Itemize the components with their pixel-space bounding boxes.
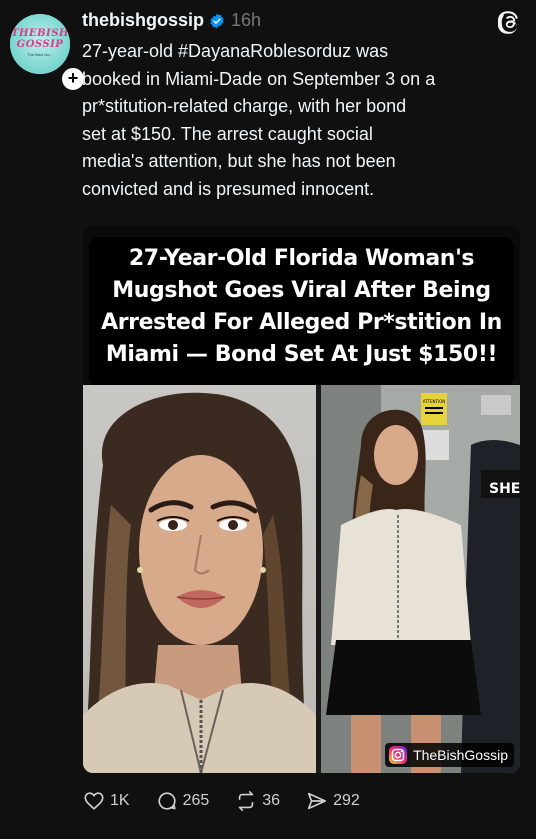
mugshot-photo — [83, 385, 316, 773]
wall-sign-text: ATTENTION — [423, 399, 446, 404]
headline-line: Miami — Bond Set At Just $150!! — [105, 342, 498, 367]
headline-line: Mugshot Goes Viral After Being — [112, 278, 491, 303]
send-icon — [308, 792, 327, 810]
officer-vest-label: SHER — [489, 481, 520, 497]
watermark-text: TheBishGossip — [413, 747, 508, 763]
mugshot-illustration — [83, 392, 316, 773]
post-text: 27-year-old #DayanaRoblesorduz was booke… — [82, 41, 436, 199]
headline-line: Arrested For Alleged Pr*stition In — [101, 310, 502, 335]
username[interactable]: thebishgossip — [82, 10, 204, 31]
comment-button[interactable]: 265 — [156, 790, 210, 812]
headline-line: 27-Year-Old Florida Woman's — [128, 246, 475, 271]
share-button[interactable]: 292 — [306, 790, 360, 812]
repost-icon — [239, 791, 254, 811]
action-bar: 1K 265 36 292 — [83, 790, 386, 812]
image-headline-banner: 27-Year-Old Florida Woman's Mugshot Goes… — [83, 225, 520, 387]
verified-badge-icon — [210, 13, 224, 28]
headline-box: 27-Year-Old Florida Woman's Mugshot Goes… — [89, 237, 514, 387]
avatar-logo: THEBISH GOSSIP The Bish Go... — [10, 14, 70, 74]
avatar-logo-line2: GOSSIP — [16, 39, 64, 50]
post-image[interactable]: 27-Year-Old Florida Woman's Mugshot Goes… — [83, 225, 520, 773]
comment-icon — [158, 792, 176, 810]
post-header: thebishgossip 16h — [82, 10, 261, 31]
instagram-icon — [389, 746, 408, 764]
comment-count: 265 — [182, 792, 210, 809]
like-count: 1K — [110, 792, 130, 809]
arrest-illustration: ATTENTION SHER — [321, 385, 520, 773]
post-timestamp: 16h — [231, 10, 262, 30]
heart-icon — [84, 792, 104, 810]
arrest-photo: ATTENTION SHER — [321, 385, 520, 773]
repost-count: 36 — [262, 792, 281, 809]
avatar[interactable]: THEBISH GOSSIP The Bish Go... + — [10, 14, 86, 92]
avatar-logo-sub: The Bish Go... — [27, 52, 53, 57]
share-count: 292 — [333, 792, 360, 809]
avatar-logo-line1: THEBISH — [11, 28, 69, 39]
repost-button[interactable]: 36 — [235, 790, 280, 812]
threads-logo-icon[interactable] — [498, 10, 522, 34]
like-button[interactable]: 1K — [83, 790, 130, 812]
instagram-watermark: TheBishGossip — [385, 743, 514, 767]
